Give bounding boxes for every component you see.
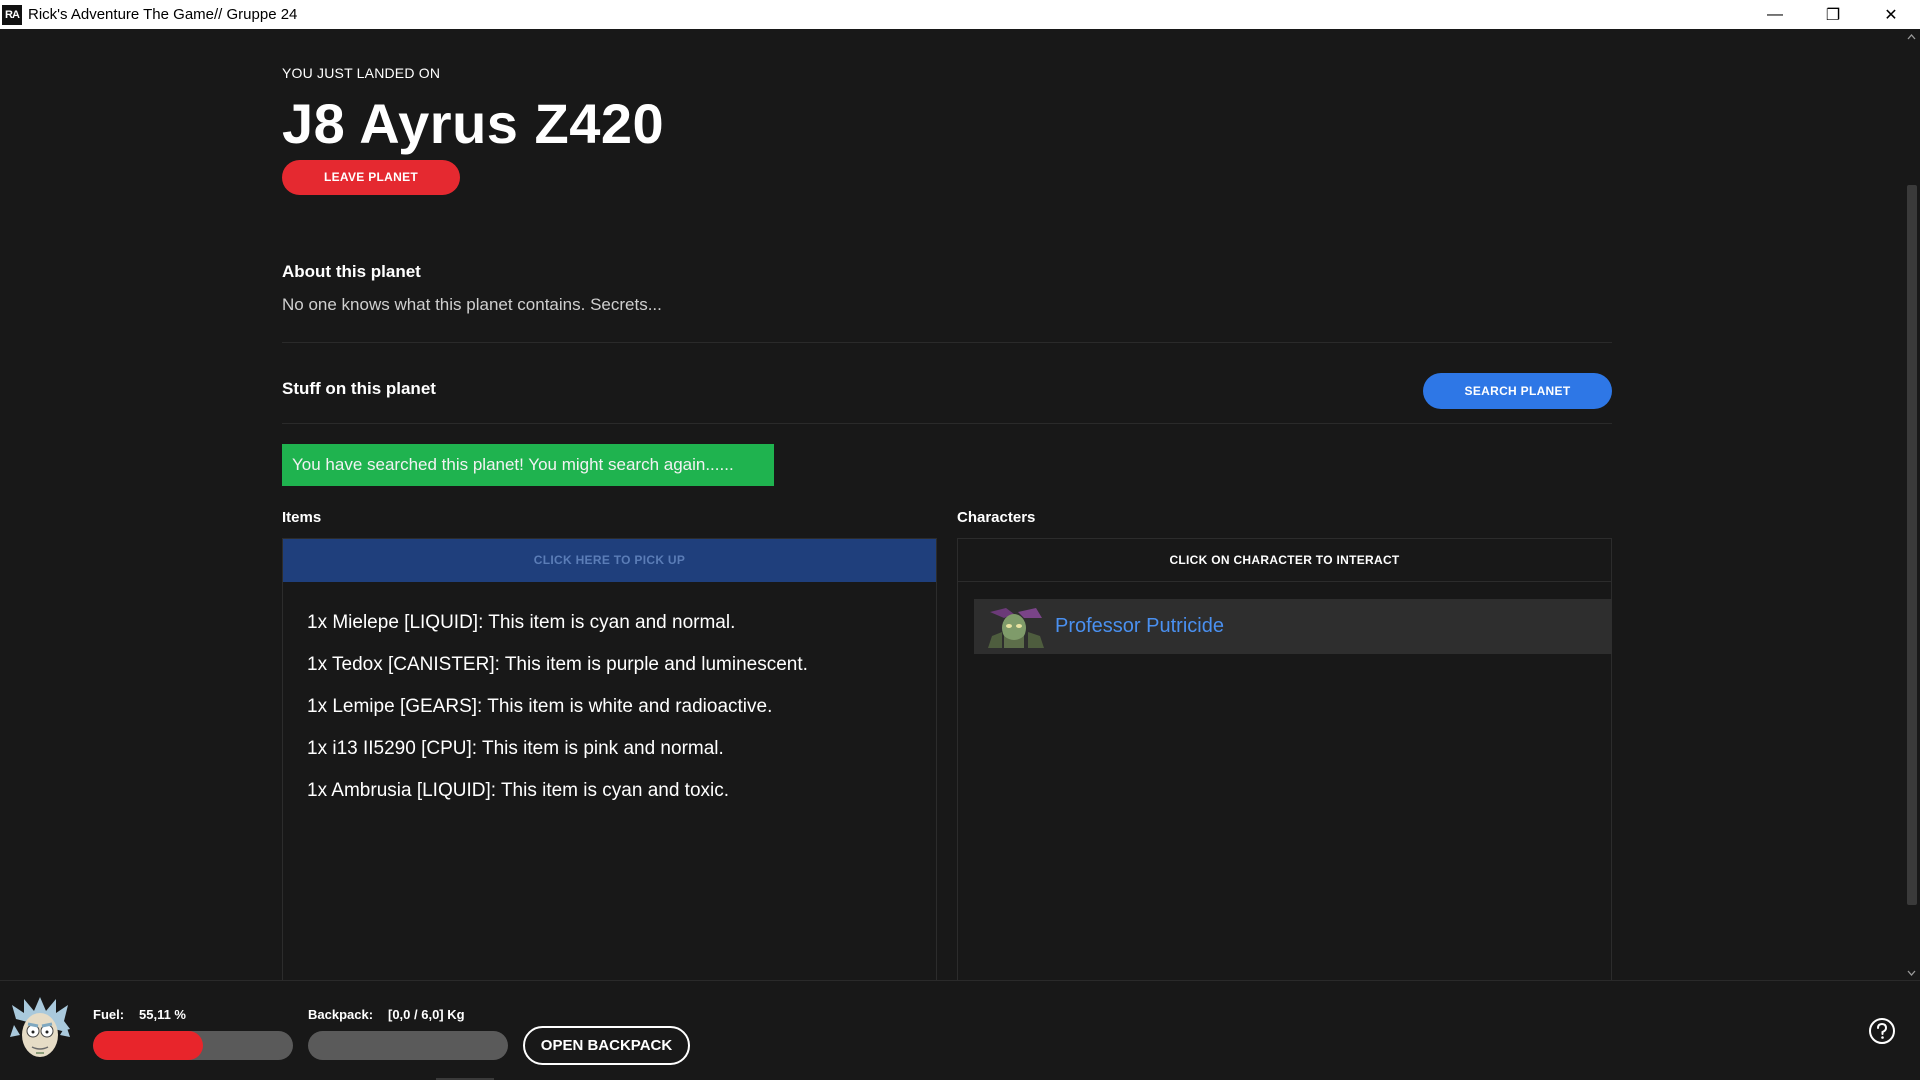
list-item[interactable]: 1x Mielepe [LIQUID]: This item is cyan a… xyxy=(307,602,936,644)
question-circle-icon[interactable] xyxy=(1868,1017,1896,1045)
scroll-down-icon[interactable] xyxy=(1907,969,1916,978)
characters-panel: CLICK ON CHARACTER TO INTERACT Professor… xyxy=(957,538,1612,1010)
list-item[interactable]: 1x i13 II5290 [CPU]: This item is pink a… xyxy=(307,728,936,770)
app-icon: RA xyxy=(2,4,22,25)
about-text: No one knows what this planet contains. … xyxy=(282,295,662,314)
leave-planet-button[interactable]: LEAVE PLANET xyxy=(282,160,460,195)
vertical-scrollbar[interactable] xyxy=(1903,29,1920,981)
interact-bar: CLICK ON CHARACTER TO INTERACT xyxy=(958,539,1611,582)
divider xyxy=(282,342,1612,343)
list-item[interactable]: 1x Ambrusia [LIQUID]: This item is cyan … xyxy=(307,770,936,812)
list-item[interactable]: 1x Lemipe [GEARS]: This item is white an… xyxy=(307,686,936,728)
rick-avatar xyxy=(10,997,70,1057)
stuff-title: Stuff on this planet xyxy=(282,379,436,398)
pick-up-button[interactable]: CLICK HERE TO PICK UP xyxy=(283,539,936,582)
fuel-bar xyxy=(93,1031,293,1060)
scrollbar-thumb[interactable] xyxy=(1907,185,1917,905)
window-title: Rick's Adventure The Game// Gruppe 24 xyxy=(28,6,298,23)
fuel-bar-fill xyxy=(93,1031,204,1060)
character-row[interactable]: Professor Putricide xyxy=(974,599,1612,654)
fuel-value: 55,11 % xyxy=(139,1007,186,1022)
restore-button[interactable]: ❐ xyxy=(1804,0,1862,29)
planet-name: J8 Ayrus Z420 xyxy=(282,92,665,155)
close-button[interactable]: ✕ xyxy=(1862,0,1920,29)
character-name[interactable]: Professor Putricide xyxy=(1055,615,1224,638)
items-title: Items xyxy=(282,509,322,526)
scroll-up-icon[interactable] xyxy=(1907,33,1916,42)
fuel-label: Fuel: xyxy=(93,1007,125,1022)
backpack-value: [0,0 / 6,0] Kg xyxy=(388,1007,465,1022)
window-controls: — ❐ ✕ xyxy=(1746,0,1920,29)
characters-title: Characters xyxy=(957,509,1036,526)
window-title-bar: RA Rick's Adventure The Game// Gruppe 24… xyxy=(0,0,1920,29)
backpack-bar xyxy=(308,1031,508,1060)
backpack-label: Backpack: xyxy=(308,1007,374,1022)
items-panel: CLICK HERE TO PICK UP 1x Mielepe [LIQUID… xyxy=(282,538,937,1010)
search-planet-button[interactable]: SEARCH PLANET xyxy=(1423,373,1612,409)
status-bar: Fuel: 55,11 % Backpack: [0,0 / 6,0] Kg O… xyxy=(0,980,1920,1080)
search-notice: You have searched this planet! You might… xyxy=(282,444,774,486)
professor-putricide-avatar xyxy=(984,605,1046,648)
minimize-button[interactable]: — xyxy=(1746,0,1804,29)
landed-label: YOU JUST LANDED ON xyxy=(282,65,441,81)
item-list: 1x Mielepe [LIQUID]: This item is cyan a… xyxy=(283,582,936,812)
divider xyxy=(282,423,1612,424)
list-item[interactable]: 1x Tedox [CANISTER]: This item is purple… xyxy=(307,644,936,686)
open-backpack-button[interactable]: OPEN BACKPACK xyxy=(523,1026,690,1065)
about-title: About this planet xyxy=(282,262,421,281)
